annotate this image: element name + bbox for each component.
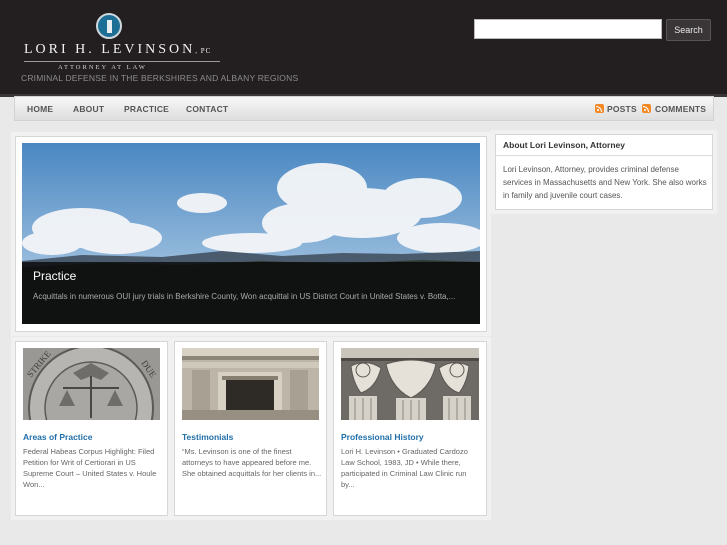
site-tagline: CRIMINAL DEFENSE IN THE BERKSHIRES AND A… (21, 73, 299, 83)
logo-suffix: , PC (195, 47, 212, 55)
card-image-seal[interactable]: STRIKE DUE (23, 348, 160, 420)
card-title-professional-history[interactable]: Professional History (341, 432, 424, 442)
logo-name-text: LORI H. LEVINSON (24, 42, 196, 57)
nav-contact[interactable]: CONTACT (186, 104, 228, 114)
logo-suffix-text: PC (200, 47, 212, 55)
corinthian-capital-image (341, 348, 479, 420)
card-excerpt-professional-history: Lori H. Levinson • Graduated Cardozo Law… (341, 447, 468, 489)
courthouse-door-image (182, 348, 319, 420)
card-title-testimonials[interactable]: Testimonials (182, 432, 233, 442)
card-excerpt-areas-of-practice: Federal Habeas Corpus Highlight: Filed P… (23, 447, 157, 489)
card-image-capital[interactable] (341, 348, 479, 420)
slide-excerpt: Acquittals in numerous OUI jury trials i… (33, 292, 456, 301)
posts-rss-icon[interactable] (595, 104, 604, 113)
sidebar-divider (495, 155, 713, 156)
logo-divider (24, 61, 220, 62)
seal-icon: STRIKE DUE (23, 348, 160, 420)
card-image-courthouse[interactable] (182, 348, 319, 420)
main-navigation: HOME ABOUT PRACTICE CONTACT POSTS COMMEN… (14, 96, 714, 121)
logo-subtitle: ATTORNEY AT LAW (58, 64, 147, 71)
sidebar-text: Lori Levinson, Attorney, provides crimin… (503, 165, 707, 200)
search-button[interactable]: Search (666, 19, 711, 41)
nav-comments-feed[interactable]: COMMENTS (655, 104, 706, 114)
nav-practice[interactable]: PRACTICE (124, 104, 169, 114)
slide-caption: Practice Acquittals in numerous OUI jury… (22, 262, 480, 324)
card-excerpt-testimonials: “Ms. Levinson is one of the finest attor… (182, 447, 322, 478)
nav-about[interactable]: ABOUT (73, 104, 104, 114)
search-input[interactable] (474, 19, 662, 39)
slide-title[interactable]: Practice (33, 269, 76, 283)
logo-name[interactable]: LORI H. LEVINSON, PC (24, 42, 211, 58)
featured-slide[interactable]: Practice Acquittals in numerous OUI jury… (22, 143, 480, 324)
card-title-areas-of-practice[interactable]: Areas of Practice (23, 432, 92, 442)
site-header: LORI H. LEVINSON, PC ATTORNEY AT LAW CRI… (0, 0, 727, 94)
comments-rss-icon[interactable] (642, 104, 651, 113)
logo-column-icon[interactable] (96, 13, 122, 39)
nav-posts-feed[interactable]: POSTS (607, 104, 637, 114)
nav-home[interactable]: HOME (27, 104, 53, 114)
sidebar-title: About Lori Levinson, Attorney (503, 140, 625, 150)
